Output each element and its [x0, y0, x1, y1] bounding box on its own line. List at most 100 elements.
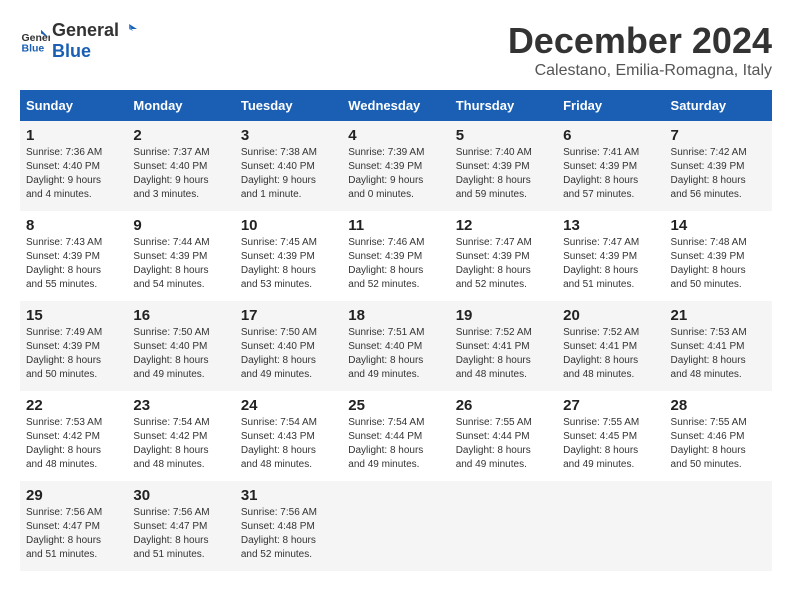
- calendar-cell: 31Sunrise: 7:56 AM Sunset: 4:48 PM Dayli…: [235, 481, 342, 571]
- day-number: 3: [241, 127, 336, 144]
- calendar-cell: 17Sunrise: 7:50 AM Sunset: 4:40 PM Dayli…: [235, 301, 342, 391]
- day-info: Sunrise: 7:37 AM Sunset: 4:40 PM Dayligh…: [133, 146, 228, 202]
- weekday-header-sunday: Sunday: [20, 90, 127, 121]
- day-info: Sunrise: 7:41 AM Sunset: 4:39 PM Dayligh…: [563, 146, 658, 202]
- day-number: 23: [133, 397, 228, 414]
- calendar-cell: 8 Sunrise: 7:43 AM Sunset: 4:39 PM Daylig…: [20, 211, 127, 301]
- day-info: Sunrise: 7:42 AM Sunset: 4:39 PM Dayligh…: [671, 146, 766, 202]
- calendar-cell: 19 Sunrise: 7:52 AM Sunset: 4:41 PM Dayli…: [450, 301, 557, 391]
- calendar-cell: 21Sunrise: 7:53 AM Sunset: 4:41 PM Dayli…: [665, 301, 772, 391]
- day-info: Sunrise: 7:50 AM Sunset: 4:40 PM Dayligh…: [241, 326, 336, 382]
- calendar-cell: 2Sunrise: 7:37 AM Sunset: 4:40 PM Daylig…: [127, 121, 234, 211]
- day-info: Sunrise: 7:39 AM Sunset: 4:39 PM Dayligh…: [348, 146, 443, 202]
- weekday-header-tuesday: Tuesday: [235, 90, 342, 121]
- calendar-cell: 3 Sunrise: 7:38 AM Sunset: 4:40 PM Daylig…: [235, 121, 342, 211]
- calendar-cell: 13Sunrise: 7:47 AM Sunset: 4:39 PM Dayli…: [557, 211, 664, 301]
- header: General Blue General Blue December 2024 …: [20, 20, 772, 80]
- calendar-cell: 7 Sunrise: 7:42 AM Sunset: 4:39 PM Daylig…: [665, 121, 772, 211]
- calendar-week-row: 8 Sunrise: 7:43 AM Sunset: 4:39 PM Daylig…: [20, 211, 772, 301]
- day-info: Sunrise: 7:38 AM Sunset: 4:40 PM Dayligh…: [241, 146, 336, 202]
- day-info: Sunrise: 7:44 AM Sunset: 4:39 PM Dayligh…: [133, 236, 228, 292]
- day-info: Sunrise: 7:52 AM Sunset: 4:41 PM Dayligh…: [456, 326, 551, 382]
- day-info: Sunrise: 7:49 AM Sunset: 4:39 PM Dayligh…: [26, 326, 121, 382]
- calendar-cell: 9 Sunrise: 7:44 AM Sunset: 4:39 PM Daylig…: [127, 211, 234, 301]
- day-number: 31: [241, 487, 336, 504]
- day-number: 19: [456, 307, 551, 324]
- day-info: Sunrise: 7:54 AM Sunset: 4:43 PM Dayligh…: [241, 416, 336, 472]
- calendar-cell: 25 Sunrise: 7:54 AM Sunset: 4:44 PM Dayli…: [342, 391, 449, 481]
- logo-blue-text: Blue: [52, 41, 91, 61]
- title-area: December 2024 Calestano, Emilia-Romagna,…: [508, 20, 772, 80]
- calendar-cell: 10 Sunrise: 7:45 AM Sunset: 4:39 PM Dayli…: [235, 211, 342, 301]
- calendar-cell: 23Sunrise: 7:54 AM Sunset: 4:42 PM Dayli…: [127, 391, 234, 481]
- day-info: Sunrise: 7:56 AM Sunset: 4:47 PM Dayligh…: [133, 506, 228, 562]
- day-number: 16: [133, 307, 228, 324]
- day-info: Sunrise: 7:46 AM Sunset: 4:39 PM Dayligh…: [348, 236, 443, 292]
- day-number: 25: [348, 397, 443, 414]
- calendar-cell: [342, 481, 449, 571]
- day-number: 18: [348, 307, 443, 324]
- calendar-cell: 28Sunrise: 7:55 AM Sunset: 4:46 PM Dayli…: [665, 391, 772, 481]
- calendar-cell: 14Sunrise: 7:48 AM Sunset: 4:39 PM Dayli…: [665, 211, 772, 301]
- calendar-cell: 5 Sunrise: 7:40 AM Sunset: 4:39 PM Daylig…: [450, 121, 557, 211]
- day-number: 30: [133, 487, 228, 504]
- day-number: 24: [241, 397, 336, 414]
- calendar-cell: 18 Sunrise: 7:51 AM Sunset: 4:40 PM Dayli…: [342, 301, 449, 391]
- day-number: 12: [456, 217, 551, 234]
- weekday-header-saturday: Saturday: [665, 90, 772, 121]
- calendar-cell: 11 Sunrise: 7:46 AM Sunset: 4:39 PM Dayli…: [342, 211, 449, 301]
- month-title: December 2024: [508, 20, 772, 62]
- day-info: Sunrise: 7:48 AM Sunset: 4:39 PM Dayligh…: [671, 236, 766, 292]
- day-number: 1: [26, 127, 121, 144]
- svg-text:Blue: Blue: [22, 43, 45, 55]
- day-info: Sunrise: 7:50 AM Sunset: 4:40 PM Dayligh…: [133, 326, 228, 382]
- day-info: Sunrise: 7:43 AM Sunset: 4:39 PM Dayligh…: [26, 236, 121, 292]
- day-number: 5: [456, 127, 551, 144]
- calendar-cell: 29Sunrise: 7:56 AM Sunset: 4:47 PM Dayli…: [20, 481, 127, 571]
- location-subtitle: Calestano, Emilia-Romagna, Italy: [508, 62, 772, 80]
- calendar-week-row: 15 Sunrise: 7:49 AM Sunset: 4:39 PM Dayli…: [20, 301, 772, 391]
- calendar-cell: 26 Sunrise: 7:55 AM Sunset: 4:44 PM Dayli…: [450, 391, 557, 481]
- calendar-cell: 30 Sunrise: 7:56 AM Sunset: 4:47 PM Dayli…: [127, 481, 234, 571]
- day-info: Sunrise: 7:56 AM Sunset: 4:47 PM Dayligh…: [26, 506, 121, 562]
- day-number: 6: [563, 127, 658, 144]
- day-info: Sunrise: 7:53 AM Sunset: 4:42 PM Dayligh…: [26, 416, 121, 472]
- day-info: Sunrise: 7:55 AM Sunset: 4:44 PM Dayligh…: [456, 416, 551, 472]
- logo-bird-icon: [119, 21, 139, 41]
- calendar-cell: 20 Sunrise: 7:52 AM Sunset: 4:41 PM Dayli…: [557, 301, 664, 391]
- day-number: 26: [456, 397, 551, 414]
- day-number: 20: [563, 307, 658, 324]
- weekday-header-thursday: Thursday: [450, 90, 557, 121]
- calendar-cell: 12 Sunrise: 7:47 AM Sunset: 4:39 PM Dayli…: [450, 211, 557, 301]
- day-info: Sunrise: 7:47 AM Sunset: 4:39 PM Dayligh…: [456, 236, 551, 292]
- weekday-header-wednesday: Wednesday: [342, 90, 449, 121]
- calendar-week-row: 1 Sunrise: 7:36 AM Sunset: 4:40 PM Daylig…: [20, 121, 772, 211]
- day-number: 22: [26, 397, 121, 414]
- day-info: Sunrise: 7:51 AM Sunset: 4:40 PM Dayligh…: [348, 326, 443, 382]
- day-info: Sunrise: 7:54 AM Sunset: 4:44 PM Dayligh…: [348, 416, 443, 472]
- calendar-cell: 15 Sunrise: 7:49 AM Sunset: 4:39 PM Dayli…: [20, 301, 127, 391]
- day-number: 9: [133, 217, 228, 234]
- day-number: 11: [348, 217, 443, 234]
- calendar-cell: 1 Sunrise: 7:36 AM Sunset: 4:40 PM Daylig…: [20, 121, 127, 211]
- day-info: Sunrise: 7:52 AM Sunset: 4:41 PM Dayligh…: [563, 326, 658, 382]
- day-info: Sunrise: 7:47 AM Sunset: 4:39 PM Dayligh…: [563, 236, 658, 292]
- calendar-cell: 16 Sunrise: 7:50 AM Sunset: 4:40 PM Dayli…: [127, 301, 234, 391]
- day-info: Sunrise: 7:55 AM Sunset: 4:46 PM Dayligh…: [671, 416, 766, 472]
- day-number: 15: [26, 307, 121, 324]
- day-number: 8: [26, 217, 121, 234]
- day-number: 4: [348, 127, 443, 144]
- calendar-cell: 6 Sunrise: 7:41 AM Sunset: 4:39 PM Daylig…: [557, 121, 664, 211]
- day-number: 7: [671, 127, 766, 144]
- day-info: Sunrise: 7:36 AM Sunset: 4:40 PM Dayligh…: [26, 146, 121, 202]
- day-info: Sunrise: 7:45 AM Sunset: 4:39 PM Dayligh…: [241, 236, 336, 292]
- day-info: Sunrise: 7:55 AM Sunset: 4:45 PM Dayligh…: [563, 416, 658, 472]
- calendar-week-row: 22 Sunrise: 7:53 AM Sunset: 4:42 PM Dayli…: [20, 391, 772, 481]
- logo: General Blue General Blue: [20, 20, 139, 62]
- day-info: Sunrise: 7:40 AM Sunset: 4:39 PM Dayligh…: [456, 146, 551, 202]
- day-number: 10: [241, 217, 336, 234]
- logo-icon: General Blue: [20, 26, 50, 56]
- calendar-cell: [450, 481, 557, 571]
- calendar-table: SundayMondayTuesdayWednesdayThursdayFrid…: [20, 90, 772, 571]
- calendar-week-row: 29Sunrise: 7:56 AM Sunset: 4:47 PM Dayli…: [20, 481, 772, 571]
